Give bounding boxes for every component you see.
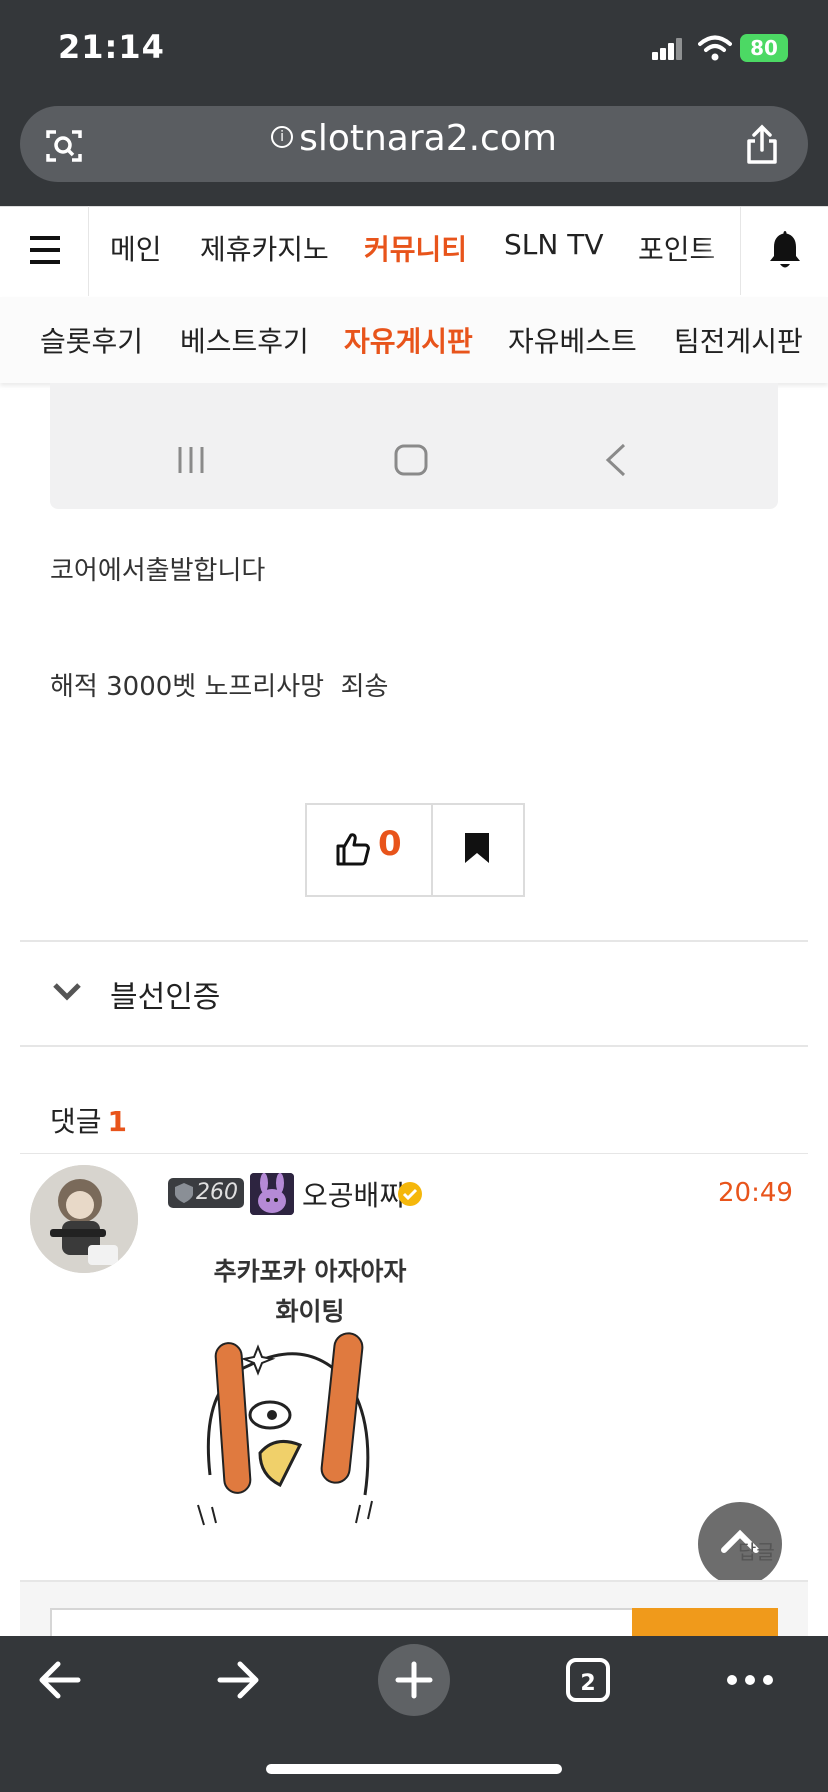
subnav-team-board[interactable]: 팀전게시판 [674, 320, 803, 360]
battery-indicator: 80 [740, 34, 788, 62]
status-time: 21:14 [58, 28, 165, 66]
plus-icon [395, 1661, 433, 1699]
sticker-caption-line: 추카포카 아자아자 [213, 1257, 407, 1286]
thumbs-up-icon [336, 833, 370, 866]
hamburger-menu-button[interactable] [0, 206, 89, 296]
post-body-line: 해적 3000벳 노프리사망 죄송 [50, 672, 389, 702]
like-button[interactable] [307, 805, 433, 895]
badge-section-toggle[interactable]: 블선인증 [110, 972, 220, 1016]
comment-username[interactable]: 오공배찌 [302, 1174, 405, 1214]
bell-icon [770, 231, 800, 268]
nav-fade [700, 207, 740, 295]
bookmark-button[interactable] [433, 805, 521, 895]
comments-title: 댓글 [50, 1105, 102, 1138]
level-number: 260 [196, 1180, 238, 1205]
url-domain: slotnara2.com [299, 118, 557, 159]
reply-label[interactable]: 답글 [738, 1536, 775, 1565]
subnav-free-best[interactable]: 자유베스트 [508, 320, 637, 360]
nav-item-partner-casino[interactable]: 제휴카지노 [200, 228, 329, 268]
subnav-free-board[interactable]: 자유게시판 [344, 320, 473, 360]
comment-time: 20:49 [718, 1178, 793, 1208]
divider [20, 940, 808, 942]
chevron-down-icon[interactable] [52, 980, 82, 1004]
forward-icon[interactable] [200, 1648, 280, 1712]
comments-header: 댓글 1 [50, 1100, 127, 1140]
new-tab-button[interactable] [378, 1644, 450, 1716]
nav-item-main[interactable]: 메인 [110, 228, 162, 268]
subnav-best-reviews[interactable]: 베스트후기 [180, 320, 309, 360]
level-badge: 260 [168, 1178, 244, 1208]
more-icon[interactable] [710, 1648, 790, 1712]
divider [20, 1045, 808, 1047]
post-image [50, 383, 778, 509]
divider [20, 1153, 808, 1154]
post-body-line: 코어에서출발합니다 [50, 556, 266, 586]
cellular-signal-icon [652, 38, 682, 60]
sticker-caption: 추카포카 아자아자 화이팅 [170, 1252, 450, 1332]
tab-switcher-button[interactable]: 2 [566, 1658, 610, 1702]
url-text[interactable]: i slotnara2.com [0, 118, 828, 159]
subnav-slot-reviews[interactable]: 슬롯후기 [40, 320, 143, 360]
level-shield-icon [175, 1183, 193, 1203]
comments-count: 1 [107, 1105, 128, 1138]
bookmark-icon [465, 833, 489, 863]
duck-sticker-image [197, 1332, 373, 1526]
nav-item-community[interactable]: 커뮤니티 [364, 228, 467, 268]
nav-item-sln-tv[interactable]: SLN TV [504, 228, 603, 261]
back-icon[interactable] [24, 1648, 104, 1712]
avatar-image [30, 1165, 138, 1273]
like-count: 0 [378, 824, 402, 864]
avatar[interactable] [30, 1165, 138, 1273]
wifi-icon [698, 35, 732, 61]
home-indicator [266, 1764, 562, 1774]
android-nav-buttons-image [178, 443, 626, 477]
user-badge-icon [250, 1173, 294, 1215]
notification-button[interactable] [740, 207, 828, 295]
verified-badge-icon [398, 1182, 422, 1206]
site-info-icon[interactable]: i [271, 126, 294, 148]
share-icon[interactable] [744, 124, 780, 166]
